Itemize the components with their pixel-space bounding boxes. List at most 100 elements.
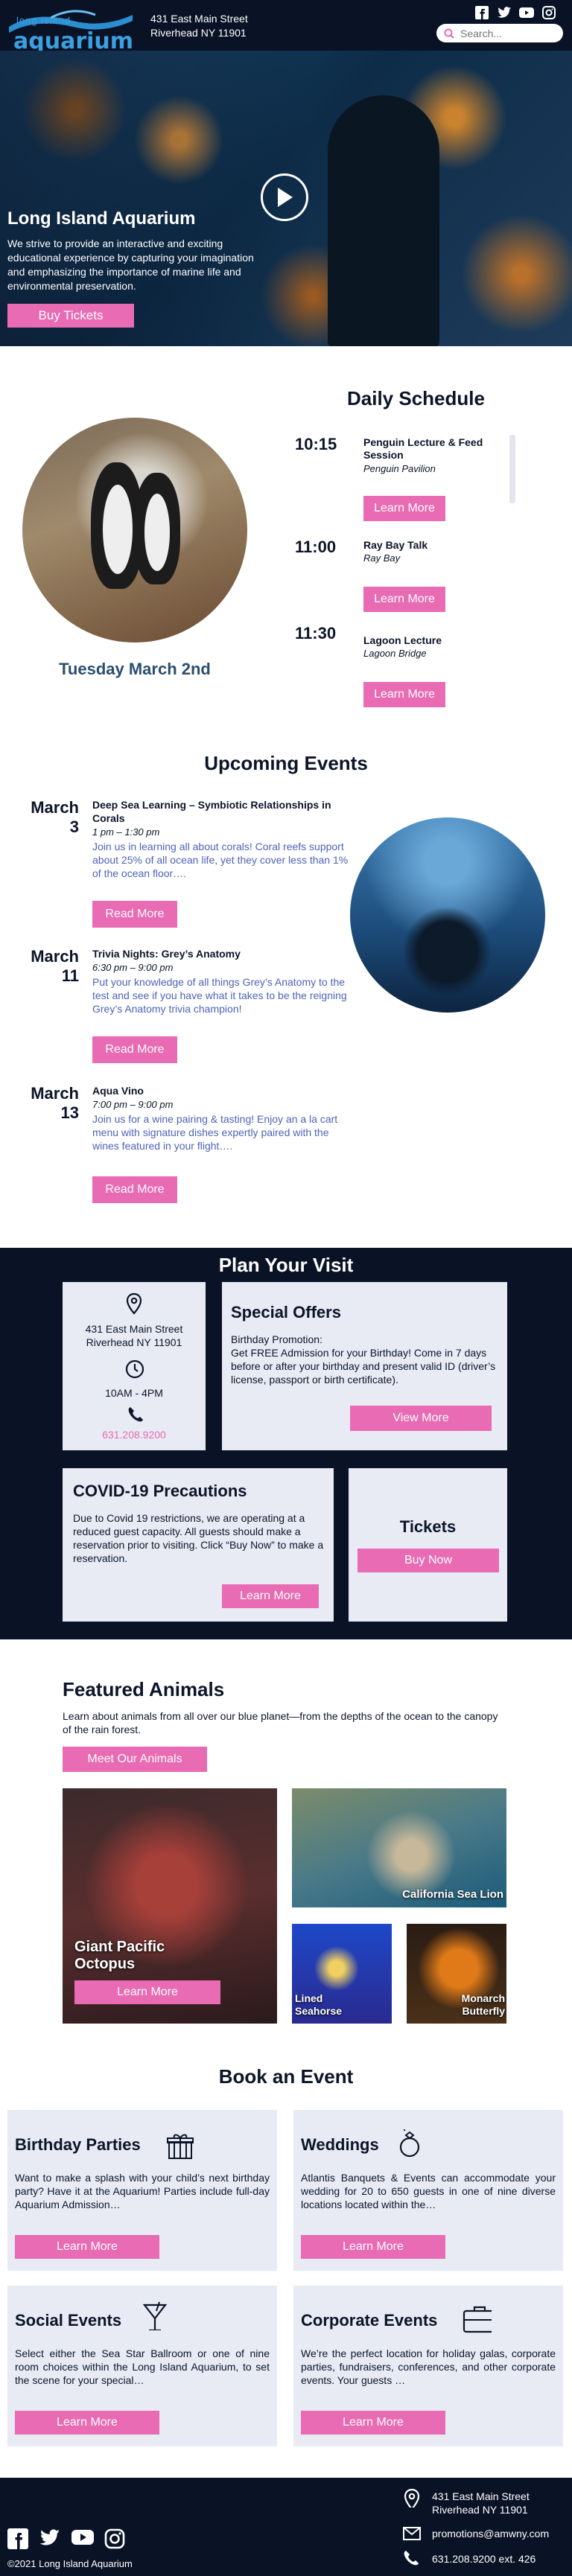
facebook-icon[interactable] <box>7 2528 28 2549</box>
learn-more-button[interactable]: Learn More <box>363 682 445 707</box>
footer-phone[interactable]: 631.208.9200 ext. 426 <box>432 2552 536 2566</box>
event-name[interactable]: Trivia Nights: Grey’s Anatomy <box>92 947 353 960</box>
hero-description: We strive to provide an interactive and … <box>7 237 254 292</box>
header-social-links <box>474 4 557 21</box>
schedule-item: 11:30 Lagoon Lecture Lagoon Bridge Learn… <box>295 624 518 713</box>
visit-address-line2: Riverhead NY 11901 <box>86 1336 182 1348</box>
butterfly-tile[interactable]: Monarch Butterfly <box>407 1924 506 2024</box>
aquarium-photo <box>350 817 545 1013</box>
plan-visit-title: Plan Your Visit <box>218 1254 354 1276</box>
footer-address-line1: 431 East Main Street <box>432 2490 530 2502</box>
footer-social-links <box>7 2528 125 2549</box>
schedule-time: 10:15 <box>295 435 337 453</box>
event-item: March 3 Deep Sea Learning – Symbiotic Rel… <box>0 798 358 932</box>
header-address-line2: Riverhead NY 11901 <box>150 27 247 39</box>
search-input[interactable] <box>460 27 550 39</box>
event-description: Put your knowledge of all things Grey’s … <box>92 976 347 1015</box>
header-address: 431 East Main Street Riverhead NY 11901 <box>150 12 248 40</box>
tickets-card: Tickets Buy Now <box>349 1468 507 1622</box>
card-title: Social Events <box>15 2311 122 2330</box>
card-text: We’re the perfect location for holiday g… <box>301 2347 556 2386</box>
header-address-line1: 431 East Main Street <box>150 13 248 25</box>
octopus-tile[interactable]: Giant Pacific Octopus Learn More <box>63 1788 277 2024</box>
play-video-button[interactable] <box>261 173 308 221</box>
schedule-item: 11:00 Ray Bay Talk Ray Bay Learn More <box>295 538 518 619</box>
facebook-icon[interactable] <box>474 4 490 21</box>
card-learn-more-button[interactable]: Learn More <box>301 2411 445 2435</box>
schedule-location: Ray Bay <box>363 552 401 564</box>
card-title: Birthday Parties <box>15 2135 141 2154</box>
cocktail-icon <box>142 2301 168 2330</box>
twitter-icon[interactable] <box>39 2528 61 2548</box>
penguin-photo <box>22 418 247 643</box>
aquarium-logo[interactable]: long island aquarium <box>6 4 137 53</box>
visit-hours: 10AM - 4PM <box>105 1387 163 1399</box>
buy-now-button[interactable]: Buy Now <box>358 1549 499 1572</box>
twitter-icon[interactable] <box>496 4 512 21</box>
covid-card: COVID-19 Precautions Due to Covid 19 res… <box>63 1468 334 1622</box>
card-learn-more-button[interactable]: Learn More <box>15 2235 159 2259</box>
schedule-name: Lagoon Lecture <box>363 634 442 646</box>
map-pin-icon <box>126 1292 142 1315</box>
card-learn-more-button[interactable]: Learn More <box>301 2235 445 2259</box>
octopus-learn-more-button[interactable]: Learn More <box>74 1980 220 2004</box>
search-icon <box>444 28 454 39</box>
featured-description: Learn about animals from all over our bl… <box>63 1710 498 1735</box>
card-text: Want to make a splash with your child’s … <box>15 2172 270 2210</box>
site-header: long island aquarium 431 East Main Stree… <box>0 0 572 53</box>
read-more-button[interactable]: Read More <box>92 1036 177 1063</box>
footer-email[interactable]: promotions@amwny.com <box>432 2527 549 2540</box>
hero-title: Long Island Aquarium <box>7 208 196 229</box>
octopus-label: Giant Pacific Octopus <box>74 1939 165 1972</box>
location-card: 431 East Main Street Riverhead NY 11901 … <box>63 1282 206 1450</box>
event-day: 13 <box>60 1103 79 1122</box>
footer-address-line2: Riverhead NY 11901 <box>432 2504 528 2516</box>
phone-icon <box>128 1407 143 1422</box>
seahorse-tile[interactable]: Lined Seahorse <box>292 1924 392 2024</box>
schedule-time: 11:00 <box>295 538 337 556</box>
instagram-icon[interactable] <box>541 4 557 21</box>
offers-body: Get FREE Admission for your Birthday! Co… <box>231 1347 496 1386</box>
youtube-icon[interactable] <box>518 4 535 21</box>
briefcase-icon <box>463 2306 492 2333</box>
map-pin-icon <box>404 2488 420 2508</box>
schedule-title: Daily Schedule <box>347 387 485 409</box>
covid-learn-more-button[interactable]: Learn More <box>222 1584 319 1608</box>
schedule-name: Ray Bay Talk <box>363 539 428 551</box>
seahorse-label: Lined Seahorse <box>295 1992 343 2017</box>
event-item: March 13 Aqua Vino 7:00 pm – 9:00 pm Join… <box>0 1084 358 1211</box>
event-item: March 11 Trivia Nights: Grey’s Anatomy 6:… <box>0 947 358 1066</box>
read-more-button[interactable]: Read More <box>92 1176 177 1203</box>
card-title: Weddings <box>301 2135 379 2154</box>
event-name[interactable]: Deep Sea Learning – Symbiotic Relationsh… <box>92 798 353 825</box>
event-description: Join us for a wine pairing & tasting! En… <box>92 1113 338 1152</box>
instagram-icon[interactable] <box>104 2528 125 2549</box>
read-more-button[interactable]: Read More <box>92 901 177 928</box>
event-date: March 3 <box>24 798 79 837</box>
butterfly-label: Monarch Butterfly <box>461 1992 505 2017</box>
play-icon <box>278 188 293 207</box>
buy-tickets-button[interactable]: Buy Tickets <box>7 304 134 328</box>
visit-phone[interactable]: 631.208.9200 <box>63 1428 206 1441</box>
event-date: March 13 <box>24 1084 79 1123</box>
card-title: Corporate Events <box>301 2311 438 2330</box>
meet-animals-button[interactable]: Meet Our Animals <box>63 1747 207 1772</box>
schedule-location: Penguin Pavilion <box>363 463 436 474</box>
ring-icon <box>399 2129 420 2158</box>
search-box[interactable] <box>436 24 563 42</box>
clock-icon <box>125 1359 144 1379</box>
weddings-card: Weddings Atlantis Banquets & Events can … <box>293 2110 563 2271</box>
visit-address-line1: 431 East Main Street <box>85 1323 183 1335</box>
hero-video[interactable]: Long Island Aquarium We strive to provid… <box>0 51 572 346</box>
sealion-tile[interactable]: California Sea Lion <box>292 1788 506 1907</box>
event-month: March <box>31 947 79 966</box>
learn-more-button[interactable]: Learn More <box>363 587 445 612</box>
card-learn-more-button[interactable]: Learn More <box>15 2411 159 2435</box>
event-name[interactable]: Aqua Vino <box>92 1084 353 1097</box>
youtube-icon[interactable] <box>72 2528 94 2546</box>
hero-silhouette <box>328 95 439 346</box>
events-title: Upcoming Events <box>204 752 368 774</box>
learn-more-button[interactable]: Learn More <box>363 496 445 521</box>
covid-text: Due to Covid 19 restrictions, we are ope… <box>73 1512 324 1564</box>
view-more-button[interactable]: View More <box>350 1406 492 1431</box>
